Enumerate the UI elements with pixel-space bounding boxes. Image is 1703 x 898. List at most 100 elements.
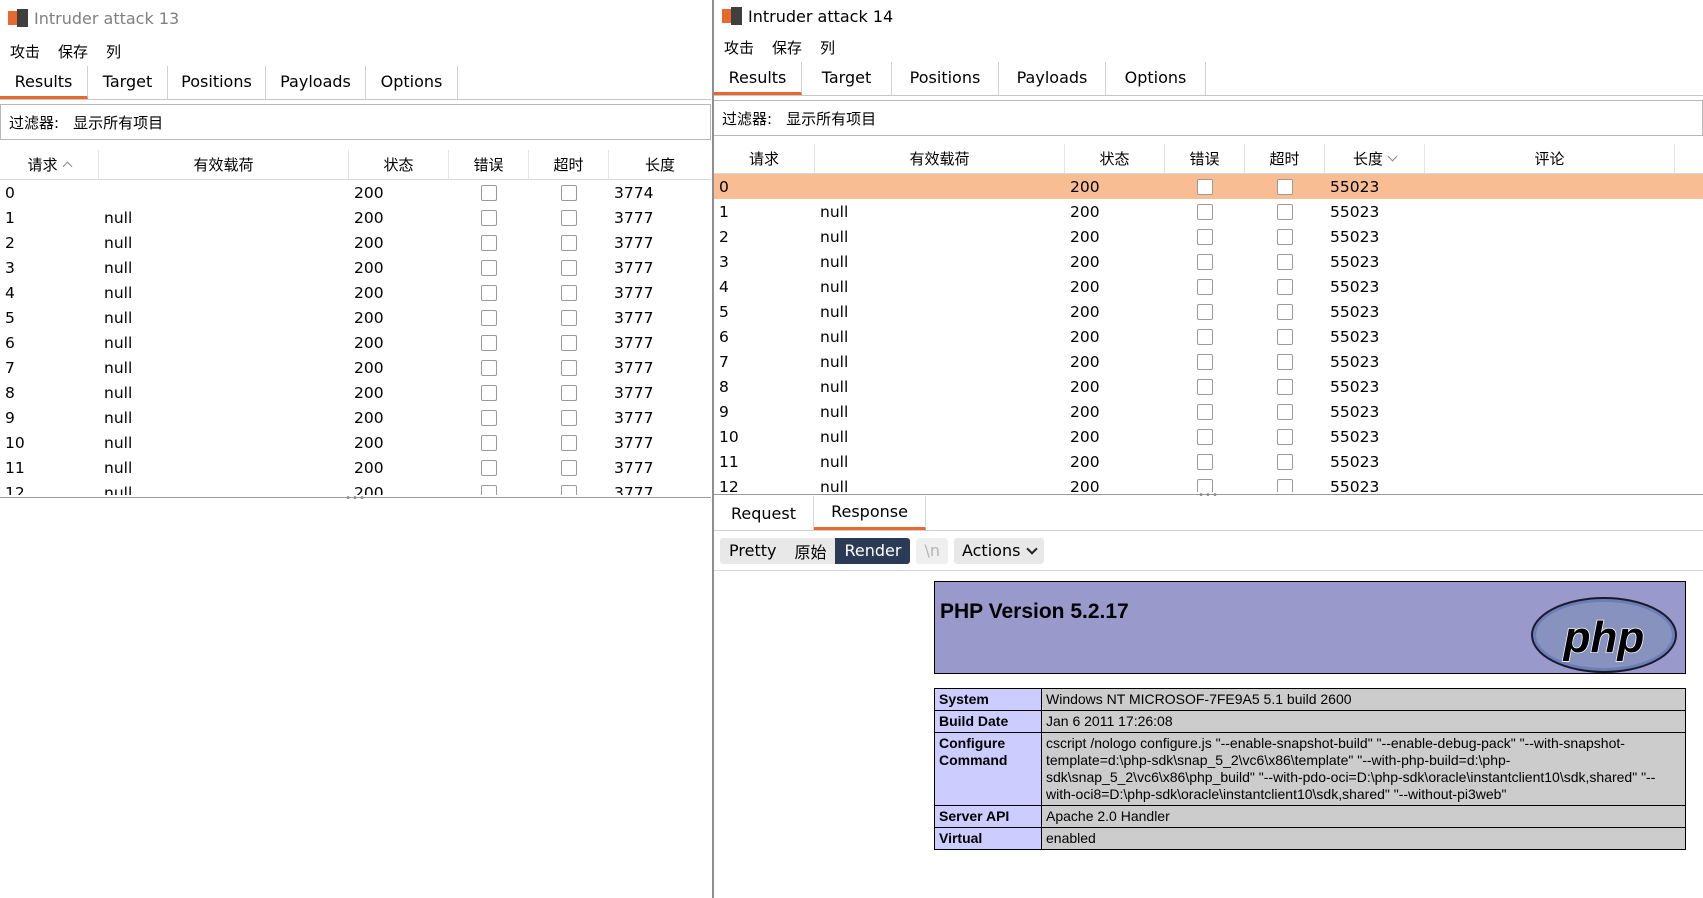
- timeout-checkbox[interactable]: [561, 459, 577, 476]
- table-row[interactable]: 3 null 200 55023: [714, 249, 1703, 274]
- table-row[interactable]: 9 null 200 55023: [714, 399, 1703, 424]
- error-checkbox[interactable]: [1197, 228, 1213, 245]
- error-checkbox[interactable]: [1197, 328, 1213, 345]
- table-row[interactable]: 1 null 200 3777: [0, 205, 711, 230]
- error-checkbox[interactable]: [481, 409, 497, 426]
- error-checkbox[interactable]: [481, 284, 497, 301]
- column-payload[interactable]: 有效载荷: [99, 150, 349, 179]
- error-checkbox[interactable]: [1197, 428, 1213, 445]
- column-status[interactable]: 状态: [1065, 144, 1165, 173]
- tab-options[interactable]: Options: [1106, 62, 1206, 95]
- column-timeout[interactable]: 超时: [1245, 144, 1325, 173]
- tab-payloads[interactable]: Payloads: [999, 62, 1106, 95]
- table-row[interactable]: 11 null 200 55023: [714, 449, 1703, 474]
- timeout-checkbox[interactable]: [1277, 478, 1293, 492]
- error-checkbox[interactable]: [481, 209, 497, 226]
- column-error[interactable]: 错误: [1165, 144, 1245, 173]
- error-checkbox[interactable]: [481, 359, 497, 376]
- timeout-checkbox[interactable]: [561, 284, 577, 301]
- tab-target[interactable]: Target: [88, 66, 168, 99]
- table-row[interactable]: 4 null 200 3777: [0, 280, 711, 305]
- timeout-checkbox[interactable]: [1277, 253, 1293, 270]
- timeout-checkbox[interactable]: [561, 334, 577, 351]
- tab-positions[interactable]: Positions: [892, 62, 999, 95]
- view-pretty-button[interactable]: Pretty: [720, 538, 785, 564]
- tab-positions[interactable]: Positions: [168, 66, 266, 99]
- timeout-checkbox[interactable]: [1277, 353, 1293, 370]
- error-checkbox[interactable]: [1197, 378, 1213, 395]
- table-row[interactable]: 4 null 200 55023: [714, 274, 1703, 299]
- timeout-checkbox[interactable]: [1277, 228, 1293, 245]
- error-checkbox[interactable]: [481, 459, 497, 476]
- table-row[interactable]: 5 null 200 55023: [714, 299, 1703, 324]
- timeout-checkbox[interactable]: [561, 484, 577, 495]
- error-checkbox[interactable]: [1197, 303, 1213, 320]
- column-request[interactable]: 请求: [0, 150, 99, 179]
- error-checkbox[interactable]: [1197, 178, 1213, 195]
- timeout-checkbox[interactable]: [1277, 403, 1293, 420]
- split-divider[interactable]: •••: [714, 490, 1703, 501]
- timeout-checkbox[interactable]: [561, 409, 577, 426]
- timeout-checkbox[interactable]: [1277, 303, 1293, 320]
- tab-request[interactable]: Request: [714, 496, 814, 530]
- error-checkbox[interactable]: [1197, 453, 1213, 470]
- table-row[interactable]: 3 null 200 3777: [0, 255, 711, 280]
- column-error[interactable]: 错误: [449, 150, 529, 179]
- newline-toggle-button[interactable]: \n: [916, 537, 948, 564]
- tab-payloads[interactable]: Payloads: [266, 66, 366, 99]
- menu-attack[interactable]: 攻击: [724, 37, 754, 58]
- error-checkbox[interactable]: [1197, 253, 1213, 270]
- error-checkbox[interactable]: [1197, 403, 1213, 420]
- error-checkbox[interactable]: [481, 234, 497, 251]
- table-row[interactable]: 0 200 55023: [714, 174, 1703, 199]
- timeout-checkbox[interactable]: [1277, 328, 1293, 345]
- timeout-checkbox[interactable]: [561, 184, 577, 201]
- error-checkbox[interactable]: [481, 309, 497, 326]
- error-checkbox[interactable]: [481, 484, 497, 495]
- tab-target[interactable]: Target: [802, 62, 892, 95]
- table-row[interactable]: 11 null 200 3777: [0, 455, 711, 480]
- table-row[interactable]: 6 null 200 55023: [714, 324, 1703, 349]
- error-checkbox[interactable]: [481, 434, 497, 451]
- column-length[interactable]: 长度: [609, 150, 711, 179]
- table-row[interactable]: 7 null 200 55023: [714, 349, 1703, 374]
- menu-columns[interactable]: 列: [820, 37, 835, 58]
- error-checkbox[interactable]: [481, 184, 497, 201]
- tab-results[interactable]: Results: [0, 66, 88, 99]
- timeout-checkbox[interactable]: [561, 309, 577, 326]
- table-row[interactable]: 0 200 3774: [0, 180, 711, 205]
- error-checkbox[interactable]: [481, 259, 497, 276]
- view-render-button[interactable]: Render: [835, 537, 911, 564]
- actions-button[interactable]: Actions: [953, 537, 1045, 564]
- error-checkbox[interactable]: [1197, 278, 1213, 295]
- column-comment[interactable]: 评论: [1425, 144, 1675, 173]
- view-raw-button[interactable]: 原始: [785, 538, 835, 564]
- column-payload[interactable]: 有效载荷: [815, 144, 1065, 173]
- table-row[interactable]: 9 null 200 3777: [0, 405, 711, 430]
- table-row[interactable]: 8 null 200 55023: [714, 374, 1703, 399]
- error-checkbox[interactable]: [1197, 353, 1213, 370]
- timeout-checkbox[interactable]: [561, 234, 577, 251]
- timeout-checkbox[interactable]: [561, 209, 577, 226]
- timeout-checkbox[interactable]: [1277, 203, 1293, 220]
- timeout-checkbox[interactable]: [1277, 428, 1293, 445]
- split-divider[interactable]: •••: [0, 493, 711, 504]
- table-row[interactable]: 1 null 200 55023: [714, 199, 1703, 224]
- table-row[interactable]: 6 null 200 3777: [0, 330, 711, 355]
- error-checkbox[interactable]: [481, 334, 497, 351]
- menu-columns[interactable]: 列: [106, 41, 121, 62]
- timeout-checkbox[interactable]: [561, 259, 577, 276]
- menu-attack[interactable]: 攻击: [10, 41, 40, 62]
- column-timeout[interactable]: 超时: [529, 150, 609, 179]
- column-status[interactable]: 状态: [349, 150, 449, 179]
- menu-save[interactable]: 保存: [772, 37, 802, 58]
- column-request[interactable]: 请求: [714, 144, 815, 173]
- tab-response[interactable]: Response: [814, 496, 926, 530]
- table-row[interactable]: 7 null 200 3777: [0, 355, 711, 380]
- timeout-checkbox[interactable]: [561, 384, 577, 401]
- tab-results[interactable]: Results: [714, 62, 802, 95]
- column-length[interactable]: 长度: [1325, 144, 1425, 173]
- timeout-checkbox[interactable]: [1277, 278, 1293, 295]
- error-checkbox[interactable]: [1197, 203, 1213, 220]
- tab-options[interactable]: Options: [366, 66, 458, 99]
